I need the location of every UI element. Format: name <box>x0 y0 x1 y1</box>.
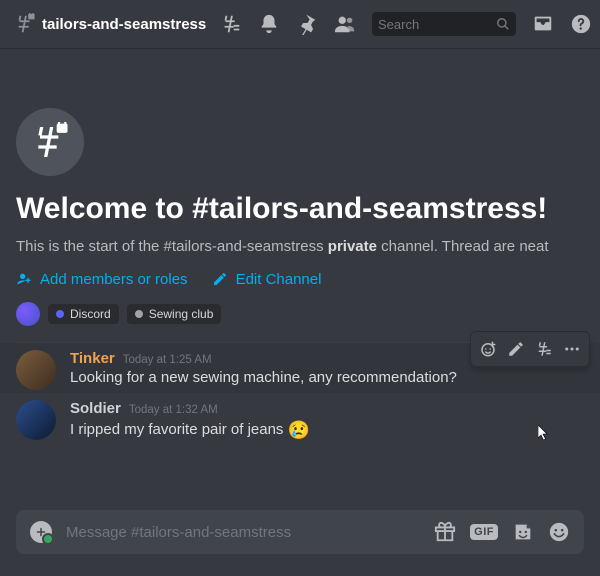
person-plus-icon <box>16 271 32 287</box>
chip-sewing[interactable]: Sewing club <box>127 304 222 324</box>
timestamp: Today at 1:25 AM <box>123 354 212 366</box>
notifications-icon[interactable] <box>258 13 280 35</box>
more-icon[interactable] <box>558 335 586 363</box>
input-placeholder: Message #tailors-and-seamstress <box>66 524 420 541</box>
timestamp: Today at 1:32 AM <box>129 404 218 416</box>
message-input[interactable]: Message #tailors-and-seamstress GIF <box>16 510 584 554</box>
dot-icon <box>135 310 143 318</box>
message-text: Looking for a new sewing machine, any re… <box>70 368 584 388</box>
message-toolbar <box>470 331 590 367</box>
search-icon <box>496 17 510 31</box>
sticker-icon[interactable] <box>512 521 534 543</box>
hash-lock-icon <box>14 13 36 35</box>
message[interactable]: Tinker Today at 1:25 AM Looking for a ne… <box>0 343 600 393</box>
username[interactable]: Tinker <box>70 350 115 367</box>
members-icon[interactable] <box>334 13 356 35</box>
message[interactable]: Soldier Today at 1:32 AM I ripped my fav… <box>16 393 584 445</box>
attach-button[interactable] <box>30 521 52 543</box>
emoji-icon[interactable] <box>548 521 570 543</box>
bot-avatar[interactable] <box>16 302 40 326</box>
edit-channel-button[interactable]: Edit Channel <box>212 271 322 288</box>
create-thread-icon[interactable] <box>530 335 558 363</box>
add-reaction-icon[interactable] <box>474 335 502 363</box>
message-text: I ripped my favorite pair of jeans 😢 <box>70 418 584 442</box>
channel-header: tailors-and-seamstress Search <box>0 0 600 48</box>
dot-icon <box>56 310 64 318</box>
inbox-icon[interactable] <box>532 13 554 35</box>
help-icon[interactable] <box>570 13 592 35</box>
message-scroll[interactable]: Welcome to #tailors-and-seamstress! This… <box>0 48 600 510</box>
mouse-cursor <box>538 425 550 443</box>
username[interactable]: Soldier <box>70 400 121 417</box>
message-input-row: Message #tailors-and-seamstress GIF <box>0 510 600 576</box>
channel-tags: Discord Sewing club <box>16 302 584 326</box>
search-input[interactable]: Search <box>372 12 516 36</box>
edit-message-icon[interactable] <box>502 335 530 363</box>
channel-welcome-icon <box>16 108 84 176</box>
gift-icon[interactable] <box>434 521 456 543</box>
cry-emoji: 😢 <box>288 420 310 440</box>
pinned-icon[interactable] <box>296 13 318 35</box>
add-members-button[interactable]: Add members or roles <box>16 271 188 288</box>
channel-title: tailors-and-seamstress <box>14 13 206 35</box>
pencil-icon <box>212 271 228 287</box>
avatar[interactable] <box>16 350 56 390</box>
welcome-title: Welcome to #tailors-and-seamstress! <box>16 190 584 228</box>
main-area: Welcome to #tailors-and-seamstress! This… <box>0 48 600 576</box>
gif-button[interactable]: GIF <box>470 524 498 540</box>
threads-icon[interactable] <box>220 13 242 35</box>
avatar[interactable] <box>16 400 56 440</box>
header-toolbar: Search <box>220 12 592 36</box>
welcome-subtitle: This is the start of the #tailors-and-se… <box>16 236 584 257</box>
channel-actions: Add members or roles Edit Channel <box>16 271 584 288</box>
channel-name: tailors-and-seamstress <box>42 16 206 33</box>
search-placeholder: Search <box>378 17 492 32</box>
chip-discord[interactable]: Discord <box>48 304 119 324</box>
